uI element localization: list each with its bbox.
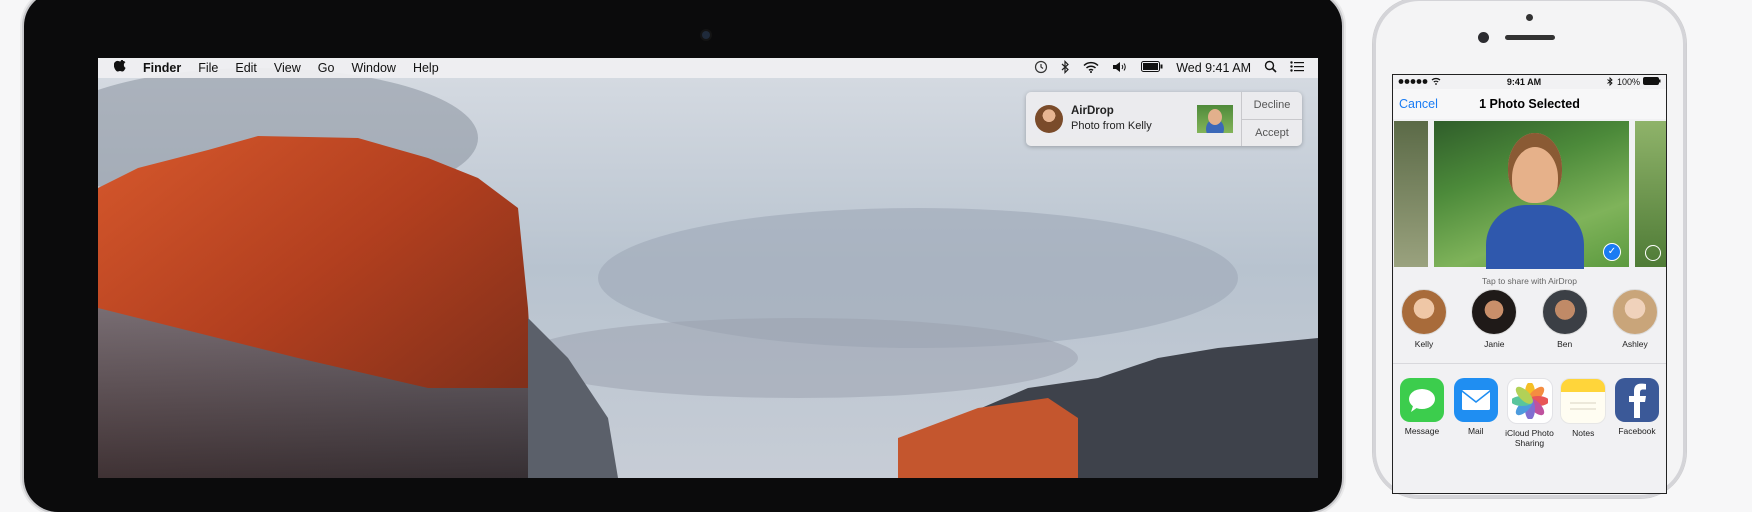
- cancel-button[interactable]: Cancel: [1399, 97, 1438, 111]
- bluetooth-icon[interactable]: [1061, 59, 1070, 77]
- notification-title: AirDrop: [1071, 105, 1114, 117]
- avatar: [1541, 289, 1588, 335]
- menu-edit[interactable]: Edit: [235, 61, 257, 75]
- person-name: Kelly: [1414, 339, 1434, 349]
- bluetooth-icon: [1607, 76, 1613, 88]
- message-icon: [1400, 378, 1444, 422]
- apple-menu-icon[interactable]: [113, 58, 126, 77]
- notification-body[interactable]: AirDrop Photo from Kelly: [1026, 92, 1241, 146]
- divider: [1393, 363, 1666, 364]
- share-app-message[interactable]: Message: [1397, 378, 1447, 448]
- photo-strip[interactable]: ✓: [1393, 121, 1666, 269]
- person-name: Ben: [1557, 339, 1573, 349]
- share-app-notes[interactable]: Notes: [1558, 378, 1608, 448]
- airdrop-person-kelly[interactable]: Kelly: [1399, 289, 1449, 349]
- status-time: 9:41 AM: [1506, 77, 1542, 87]
- photos-icon: [1506, 378, 1553, 424]
- avatar: [1471, 289, 1518, 335]
- airdrop-person-janie[interactable]: Janie: [1469, 289, 1519, 349]
- volume-icon[interactable]: [1112, 61, 1128, 76]
- time-machine-icon[interactable]: [1034, 60, 1048, 77]
- share-app-mail[interactable]: Mail: [1451, 378, 1501, 448]
- app-menu-finder[interactable]: Finder: [143, 61, 181, 75]
- camera: [702, 31, 710, 39]
- app-label: Message: [1404, 426, 1440, 436]
- menu-window[interactable]: Window: [351, 61, 395, 75]
- airdrop-notification[interactable]: AirDrop Photo from Kelly Decline Accept: [1026, 92, 1302, 146]
- mac-screen: Finder File Edit View Go Window Help Wed…: [98, 58, 1318, 478]
- photo-thumbnail: [1197, 105, 1233, 133]
- photo-thumbnail[interactable]: [1635, 121, 1666, 267]
- person-name: Ashley: [1622, 339, 1648, 349]
- menu-file[interactable]: File: [198, 61, 218, 75]
- person-name: Janie: [1484, 339, 1505, 349]
- airdrop-people: Kelly Janie Ben Ashley: [1393, 289, 1666, 349]
- menu-bar: Finder File Edit View Go Window Help Wed…: [98, 58, 1318, 78]
- app-label: Facebook: [1618, 426, 1656, 436]
- airdrop-hint: Tap to share with AirDrop: [1482, 276, 1577, 286]
- selected-photo[interactable]: ✓: [1434, 121, 1629, 269]
- airdrop-person-ashley[interactable]: Ashley: [1610, 289, 1660, 349]
- share-app-facebook[interactable]: Facebook: [1612, 378, 1662, 448]
- photo-subject-face: [1508, 133, 1562, 203]
- battery-percent: 100%: [1616, 77, 1640, 87]
- notes-icon: [1560, 378, 1607, 424]
- share-apps: Message Mail iCloud Photo Sharing Notes …: [1393, 378, 1666, 448]
- airdrop-person-ben[interactable]: Ben: [1540, 289, 1590, 349]
- notification-center-icon[interactable]: [1290, 61, 1304, 75]
- checkmark-icon: ✓: [1603, 243, 1621, 261]
- avatar: [1611, 289, 1658, 335]
- facebook-icon: [1615, 378, 1659, 422]
- battery-icon: [1643, 77, 1661, 87]
- menu-help[interactable]: Help: [413, 61, 439, 75]
- menu-view[interactable]: View: [274, 61, 301, 75]
- sender-avatar: [1035, 105, 1063, 133]
- iphone-screen: 9:41 AM 100% Cancel 1 Photo Selected ✓ T…: [1392, 74, 1667, 494]
- battery-icon[interactable]: [1141, 61, 1163, 75]
- photo-subject-shirt: [1486, 205, 1584, 269]
- app-label: Mail: [1467, 426, 1484, 436]
- signal-icon: [1398, 77, 1428, 87]
- notification-subtitle: Photo from Kelly: [1071, 120, 1152, 132]
- decline-button[interactable]: Decline: [1242, 92, 1302, 119]
- iphone: 9:41 AM 100% Cancel 1 Photo Selected ✓ T…: [1373, 0, 1686, 498]
- mail-icon: [1453, 378, 1498, 422]
- earpiece-speaker: [1505, 35, 1555, 40]
- wifi-icon: [1431, 77, 1441, 87]
- spotlight-icon[interactable]: [1264, 60, 1277, 76]
- menu-clock[interactable]: Wed 9:41 AM: [1176, 61, 1251, 75]
- macbook: Finder File Edit View Go Window Help Wed…: [24, 0, 1342, 512]
- accept-button[interactable]: Accept: [1242, 118, 1302, 147]
- unchecked-circle-icon: [1645, 245, 1661, 261]
- proximity-sensor: [1526, 14, 1533, 21]
- menu-go[interactable]: Go: [318, 61, 335, 75]
- app-label: iCloud Photo Sharing: [1505, 428, 1554, 448]
- photo-thumbnail[interactable]: [1394, 121, 1428, 267]
- share-app-icloud-photo-sharing[interactable]: iCloud Photo Sharing: [1505, 378, 1555, 448]
- status-bar: 9:41 AM 100%: [1393, 75, 1666, 89]
- avatar: [1401, 289, 1447, 335]
- front-camera: [1478, 32, 1489, 43]
- nav-bar: Cancel 1 Photo Selected: [1393, 89, 1666, 119]
- app-label: Notes: [1572, 428, 1595, 438]
- wifi-icon[interactable]: [1083, 61, 1099, 76]
